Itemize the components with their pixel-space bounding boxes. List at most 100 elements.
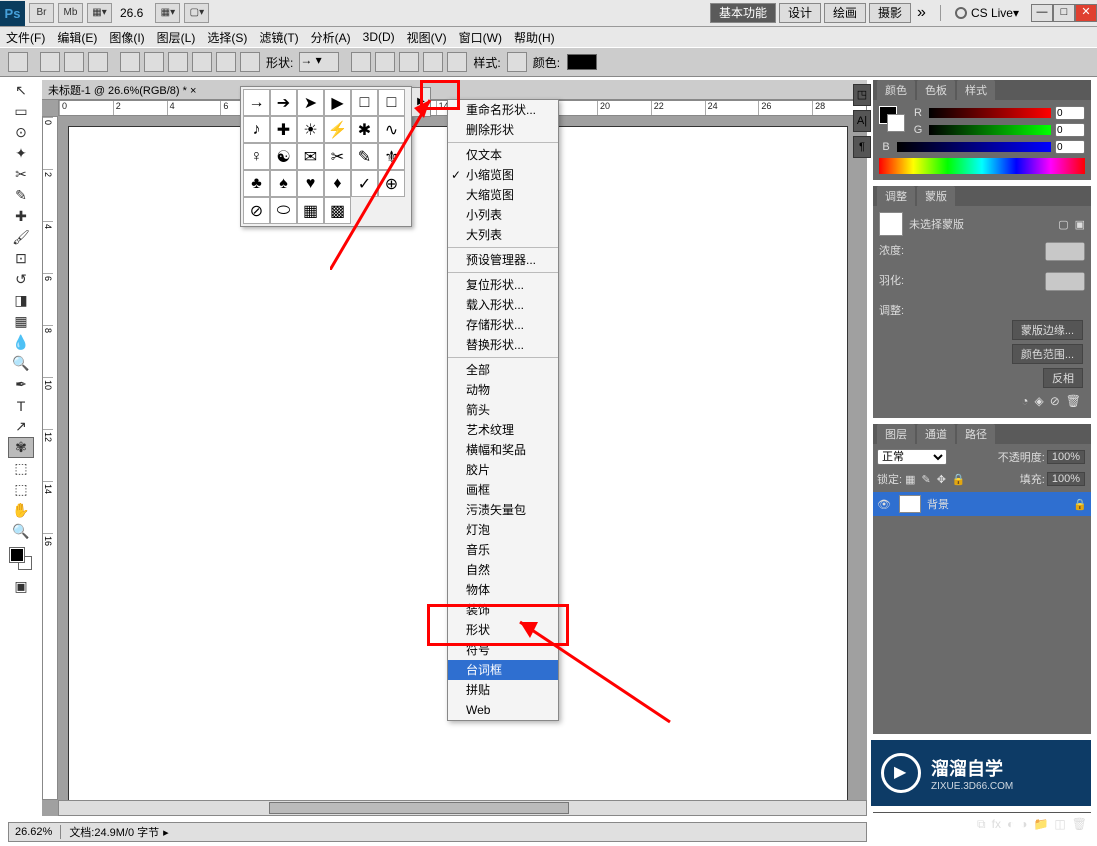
feather-input[interactable] (1045, 272, 1085, 291)
lock-all-icon[interactable]: 🔒 (952, 473, 966, 486)
move-tool[interactable]: ↖ (8, 80, 34, 101)
group-icon[interactable]: 📁 (1033, 817, 1048, 832)
ctx-web[interactable]: Web (448, 700, 558, 720)
zoom-readout[interactable]: 26.6 (120, 6, 143, 20)
ctx-save[interactable]: 存储形状... (448, 315, 558, 335)
brush-tool[interactable]: 🖌 (8, 227, 34, 248)
ctx-ornament[interactable]: 装饰 (448, 600, 558, 620)
tab-swatch[interactable]: 色板 (917, 80, 955, 100)
shape-cell[interactable]: ☀ (297, 116, 324, 143)
tab-color[interactable]: 颜色 (877, 80, 915, 100)
ruler-vertical[interactable]: 0246810121416 (42, 116, 58, 800)
fill-value[interactable]: 100% (1047, 472, 1085, 486)
shape-layers-icon[interactable] (40, 52, 60, 72)
shape-cell[interactable]: ⊕ (378, 170, 405, 197)
shape-cell[interactable]: ∿ (378, 116, 405, 143)
collapsed-tab-history[interactable]: ◳ (853, 84, 871, 106)
ctx-preset[interactable]: 预设管理器... (448, 250, 558, 270)
r-slider[interactable] (929, 108, 1051, 118)
3d-tool[interactable]: ⬚ (8, 458, 34, 479)
path-select-tool[interactable]: ↗ (8, 416, 34, 437)
ctx-symbol[interactable]: 符号 (448, 640, 558, 660)
arrange-button[interactable]: ▦▾ (155, 3, 180, 23)
line-shape-icon[interactable] (216, 52, 236, 72)
combine-new-icon[interactable] (351, 52, 371, 72)
document-tab[interactable]: 未标题-1 @ 26.6%(RGB/8) * × (42, 80, 867, 100)
ctx-all[interactable]: 全部 (448, 360, 558, 380)
menu-window[interactable]: 窗口(W) (459, 29, 502, 46)
ctx-tile[interactable]: 拼贴 (448, 680, 558, 700)
collapsed-tab-char[interactable]: A| (853, 110, 871, 132)
shape-cell[interactable]: ✉ (297, 143, 324, 170)
mini-bridge-button[interactable]: Mb (58, 3, 83, 23)
color-swatch[interactable] (567, 54, 597, 70)
close-window-button[interactable]: ✕ (1075, 4, 1097, 22)
blend-mode-select[interactable]: 正常 (877, 449, 947, 465)
custom-shape-tool[interactable]: ✾ (8, 437, 34, 458)
menu-select[interactable]: 选择(S) (207, 29, 247, 46)
shape-preview[interactable]: → ▾ (299, 52, 339, 72)
shape-cell[interactable]: ♠ (270, 170, 297, 197)
shape-cell[interactable]: ⚡ (324, 116, 351, 143)
combine-subtract-icon[interactable] (399, 52, 419, 72)
minimize-button[interactable]: — (1031, 4, 1053, 22)
quickmask-toggle[interactable]: ▣ (8, 576, 34, 597)
workspace-paint[interactable]: 绘画 (824, 3, 866, 23)
shape-cell[interactable]: ♣ (243, 170, 270, 197)
menu-filter[interactable]: 滤镜(T) (259, 29, 298, 46)
ctx-text-only[interactable]: 仅文本 (448, 145, 558, 165)
ctx-grime[interactable]: 污渍矢量包 (448, 500, 558, 520)
ctx-list-large[interactable]: 大列表 (448, 225, 558, 245)
ctx-reset[interactable]: 复位形状... (448, 275, 558, 295)
shape-cell[interactable]: ⚜ (378, 143, 405, 170)
shape-cell[interactable]: → (243, 89, 270, 116)
b-input[interactable] (1055, 140, 1085, 154)
heal-tool[interactable]: ✚ (8, 206, 34, 227)
menu-edit[interactable]: 编辑(E) (57, 29, 97, 46)
layer-name[interactable]: 背景 (927, 496, 949, 512)
shape-cell[interactable]: ♦ (324, 170, 351, 197)
lasso-tool[interactable]: ⊙ (8, 122, 34, 143)
menu-help[interactable]: 帮助(H) (514, 29, 555, 46)
menu-file[interactable]: 文件(F) (6, 29, 45, 46)
shape-cell[interactable]: ▦ (297, 197, 324, 224)
shape-cell[interactable]: ✂ (324, 143, 351, 170)
zoom-tool[interactable]: 🔍 (8, 521, 34, 542)
bridge-button[interactable]: Br (29, 3, 54, 23)
layer-thumb[interactable] (899, 495, 921, 513)
status-doc[interactable]: 文档:24.9M/0 字节 (69, 824, 159, 840)
history-brush-tool[interactable]: ↺ (8, 269, 34, 290)
mask-disable-icon[interactable]: ⊘ (1050, 394, 1060, 408)
status-zoom[interactable]: 26.62% (15, 826, 52, 838)
menu-3d[interactable]: 3D(D) (363, 30, 395, 44)
view-extras-button[interactable]: ▦▾ (87, 3, 112, 23)
style-swatch[interactable] (507, 52, 527, 72)
mask-load-icon[interactable]: ◔ (1021, 394, 1028, 408)
ctx-film[interactable]: 胶片 (448, 460, 558, 480)
h-scrollbar[interactable] (58, 800, 867, 816)
tab-mask[interactable]: 蒙版 (917, 186, 955, 206)
3d-camera-tool[interactable]: ⬚ (8, 479, 34, 500)
lock-pos-icon[interactable]: ✥ (937, 473, 946, 486)
mask-apply-icon[interactable]: ◈ (1034, 394, 1043, 408)
shape-cell[interactable]: ➔ (270, 89, 297, 116)
screen-mode-button[interactable]: ▢▾ (184, 3, 209, 23)
ctx-load[interactable]: 载入形状... (448, 295, 558, 315)
new-layer-icon[interactable]: ◫ (1054, 817, 1065, 832)
combine-add-icon[interactable] (375, 52, 395, 72)
spectrum-bar[interactable] (879, 158, 1085, 174)
tab-adjust[interactable]: 调整 (877, 186, 915, 206)
ctx-art[interactable]: 艺术纹理 (448, 420, 558, 440)
vector-mask-icon[interactable]: ▣ (1075, 218, 1085, 231)
visibility-icon[interactable]: 👁 (877, 498, 893, 511)
ctx-nature[interactable]: 自然 (448, 560, 558, 580)
ctx-rename[interactable]: 重命名形状... (448, 100, 558, 120)
blur-tool[interactable]: 💧 (8, 332, 34, 353)
workspace-design[interactable]: 设计 (779, 3, 821, 23)
shape-cell[interactable]: ▩ (324, 197, 351, 224)
density-input[interactable] (1045, 242, 1085, 261)
gradient-tool[interactable]: ▦ (8, 311, 34, 332)
ctx-object[interactable]: 物体 (448, 580, 558, 600)
opacity-value[interactable]: 100% (1047, 450, 1085, 464)
tool-preset-picker[interactable] (8, 52, 28, 72)
